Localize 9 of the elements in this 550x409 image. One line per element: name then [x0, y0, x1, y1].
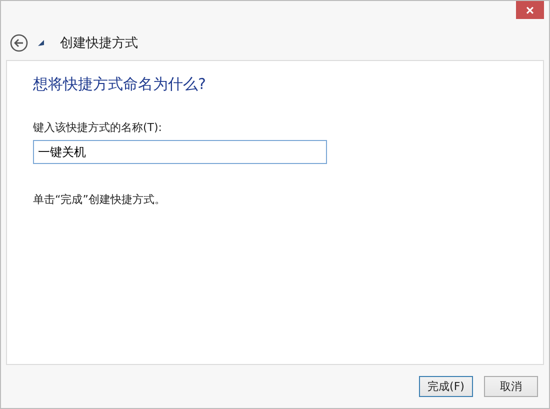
name-input-field[interactable]: 一键关机: [33, 140, 327, 164]
finish-button[interactable]: 完成(F): [419, 376, 473, 397]
cancel-button[interactable]: 取消: [484, 376, 538, 397]
field-label: 键入该快捷方式的名称(T):: [33, 120, 164, 135]
close-button[interactable]: ×: [516, 1, 544, 19]
instruction-text: 单击“完成”创建快捷方式。: [33, 192, 166, 207]
page-heading: 想将快捷方式命名为什么?: [33, 75, 207, 94]
shortcut-arrow-icon: [38, 40, 44, 46]
window-title: 创建快捷方式: [60, 35, 138, 52]
